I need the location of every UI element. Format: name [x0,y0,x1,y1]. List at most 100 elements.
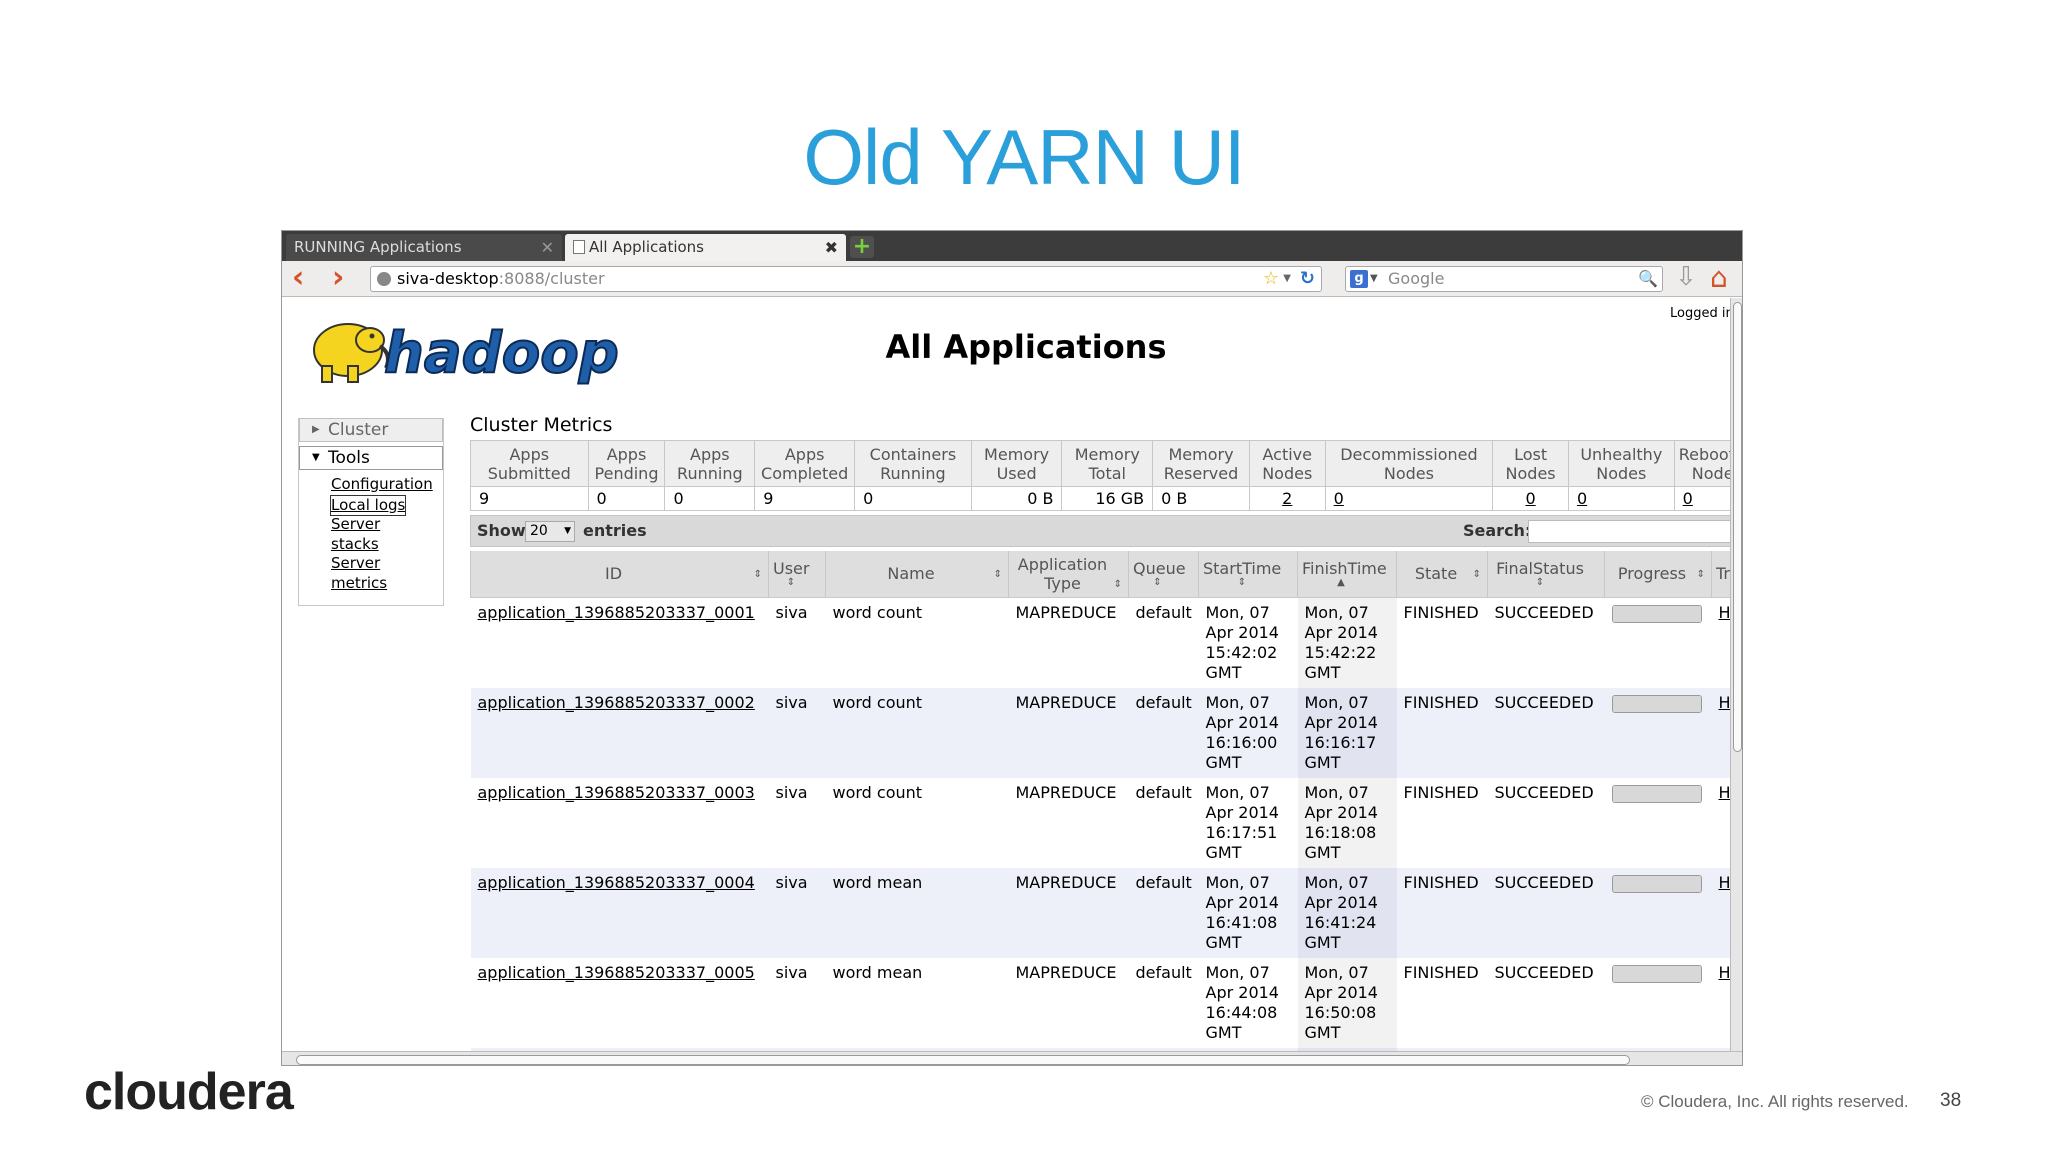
table-cell: default [1128,687,1199,778]
application-id-link[interactable]: application_1396885203337_0002 [478,693,755,712]
page-size-select[interactable]: 20 ▼ [525,521,575,542]
chevron-down-icon[interactable]: ▼ [1370,267,1378,291]
table-cell: MAPREDUCE [1008,957,1129,1048]
search-input[interactable] [1528,520,1730,543]
horizontal-scrollbar[interactable] [282,1051,1742,1065]
metrics-value: 9 [470,486,589,511]
column-header-progress[interactable]: Progress ⇕ [1604,551,1712,598]
cell-name: word count [832,602,923,622]
google-icon[interactable]: g [1350,270,1368,288]
reload-icon[interactable]: ↻ [1300,267,1315,291]
table-cell: default [1128,867,1199,958]
table-cell: SUCCEEDED [1487,777,1605,868]
chevron-down-icon[interactable]: ▼ [1283,267,1291,291]
home-icon[interactable]: ⌂ [1710,261,1728,294]
application-id-link[interactable]: application_1396885203337_0003 [478,783,755,802]
search-bar[interactable]: g ▼ Google 🔍 [1345,266,1663,292]
tracking-ui-link[interactable]: H [1719,963,1731,982]
rebooted-nodes-link[interactable]: 0 [1683,489,1693,508]
tracking-ui-link[interactable]: H [1719,603,1731,622]
lost-nodes-link[interactable]: 0 [1525,489,1535,508]
scrollbar-thumb[interactable] [1733,302,1742,752]
table-cell: application_1396885203337_0003 [470,777,769,868]
link-server-metrics[interactable]: Server metrics [331,554,411,593]
progress-fill [1612,875,1701,892]
applications-table: ID ⇕ User ⇕ Name ⇕ Application Type ⇕ Queue ⇕… [470,551,1730,1051]
unhealthy-nodes-link[interactable]: 0 [1577,489,1587,508]
cell-finalstatus: SUCCEEDED [1494,602,1594,622]
back-button[interactable]: ‹ [292,263,304,293]
column-header-finishtime[interactable]: FinishTime ▲ [1297,551,1397,598]
column-header-user[interactable]: User ⇕ [768,551,826,598]
progress-fill [1612,785,1701,802]
url-host: siva-desktop [397,269,499,288]
column-header-finalstatus[interactable]: FinalStatus ⇕ [1487,551,1605,598]
table-cell: application_1396885203337_0002 [470,687,769,778]
column-header-tracking-ui[interactable]: Tracking UI [1711,551,1730,598]
tracking-ui-link[interactable]: H [1719,873,1731,892]
link-local-logs[interactable]: Local logs [329,494,407,516]
page-size-value: 20 [530,523,548,539]
table-cell: application_1396885203337_0005 [470,957,769,1048]
table-cell [1604,957,1712,1048]
chevron-down-icon: ▼ [564,526,571,536]
tab-all-applications[interactable]: All Applications ✖ [565,234,846,261]
new-tab-button[interactable]: + [850,236,874,258]
page-content: Logged in hadoop All Applications ▶ Clus… [282,298,1730,1051]
column-header-queue[interactable]: Queue ⇕ [1128,551,1199,598]
magnifier-icon[interactable]: 🔍 [1638,267,1658,291]
table-cell [1604,687,1712,778]
table-cell: application_1396885203337_0004 [470,867,769,958]
cell-name: word count [832,692,923,712]
link-configuration[interactable]: Configuration [331,475,433,495]
cell-user: siva [775,692,808,712]
progress-fill [1612,695,1701,712]
active-nodes-link[interactable]: 2 [1282,489,1292,508]
application-id-link[interactable]: application_1396885203337_0001 [478,603,755,622]
sidebar-item-tools[interactable]: ▼ Tools [299,446,443,470]
cell-name: word mean [832,962,923,982]
metrics-value: 0 [664,486,756,511]
cell-user: siva [775,782,808,802]
close-icon[interactable]: ✕ [541,234,554,261]
download-icon[interactable]: ⇩ [1675,262,1697,292]
column-header-application-type[interactable]: Application Type ⇕ [1008,551,1129,598]
table-cell: siva [768,777,826,868]
cell-finishtime: Mon, 07 Apr 2014 16:16:17 GMT [1304,692,1378,772]
cell-finalstatus: SUCCEEDED [1494,872,1594,892]
sort-icon: ⇕ [1153,577,1162,589]
address-bar[interactable]: siva-desktop:8088/cluster ☆ ▼ ↻ [370,266,1322,292]
cell-queue: default [1135,602,1192,622]
tab-running-applications[interactable]: RUNNING Applications ✕ [286,234,562,261]
link-server-stacks[interactable]: Server stacks [331,515,411,554]
scrollbar-thumb[interactable] [296,1055,1630,1065]
application-id-link[interactable]: application_1396885203337_0005 [478,963,755,982]
table-cell: SUCCEEDED [1487,867,1605,958]
sidebar-item-cluster[interactable]: ▶ Cluster [299,418,443,442]
column-header-name[interactable]: Name ⇕ [825,551,1009,598]
cell-application-type: MAPREDUCE [1015,872,1117,892]
column-header-state[interactable]: State ⇕ [1396,551,1488,598]
vertical-scrollbar[interactable] [1730,298,1742,1051]
close-icon[interactable]: ✖ [825,234,838,261]
metrics-header-row: Apps Submitted Apps Pending Apps Running… [470,440,1730,487]
table-cell: Mon, 07 Apr 2014 16:44:08 GMT [1198,957,1298,1048]
table-row: application_1396885203337_0001 siva word c… [470,597,1731,688]
decommissioned-nodes-link[interactable]: 0 [1334,489,1344,508]
star-icon[interactable]: ☆ [1263,267,1279,291]
column-header-id[interactable]: ID ⇕ [470,551,769,598]
tracking-ui-link[interactable]: H [1719,783,1731,802]
metrics-value: 16 GB [1061,486,1154,511]
application-id-link[interactable]: application_1396885203337_0004 [478,873,755,892]
cell-finalstatus: SUCCEEDED [1494,692,1594,712]
table-cell: FINISHED [1396,777,1488,868]
metrics-header: Memory Total [1061,440,1154,487]
column-header-starttime[interactable]: StartTime ⇕ [1198,551,1298,598]
forward-button[interactable]: › [332,263,344,293]
tracking-ui-link[interactable]: H [1719,693,1731,712]
progress-fill [1612,965,1701,982]
metrics-value: 0 B [1152,486,1250,511]
cell-application-type: MAPREDUCE [1015,782,1117,802]
table-cell: word count [825,777,1009,868]
table-cell: MAPREDUCE [1008,777,1129,868]
